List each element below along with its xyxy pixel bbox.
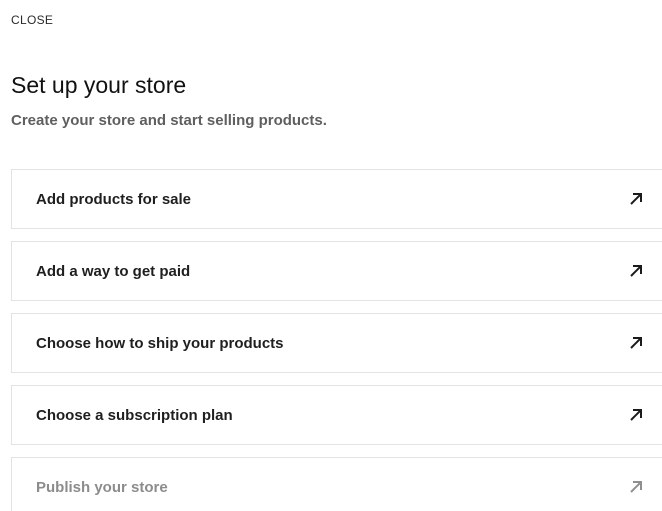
task-publish-store[interactable]: Publish your store bbox=[11, 457, 662, 511]
task-label: Add a way to get paid bbox=[36, 262, 191, 280]
task-label: Publish your store bbox=[36, 478, 168, 496]
external-arrow-icon bbox=[628, 335, 644, 351]
page-title: Set up your store bbox=[11, 72, 187, 98]
setup-task-list: Add products for sale Add a way to get p… bbox=[11, 169, 662, 511]
task-label: Add products for sale bbox=[36, 190, 192, 208]
task-shipping[interactable]: Choose how to ship your products bbox=[11, 313, 662, 373]
task-add-products[interactable]: Add products for sale bbox=[11, 169, 662, 229]
external-arrow-icon bbox=[628, 479, 644, 495]
task-get-paid[interactable]: Add a way to get paid bbox=[11, 241, 662, 301]
close-button[interactable]: CLOSE bbox=[11, 13, 53, 27]
page-subtitle: Create your store and start selling prod… bbox=[11, 112, 327, 129]
store-setup-panel: CLOSE Set up your store Create your stor… bbox=[0, 0, 662, 511]
external-arrow-icon bbox=[628, 263, 644, 279]
task-label: Choose a subscription plan bbox=[36, 406, 233, 424]
external-arrow-icon bbox=[628, 407, 644, 423]
external-arrow-icon bbox=[628, 191, 644, 207]
task-subscription-plan[interactable]: Choose a subscription plan bbox=[11, 385, 662, 445]
task-label: Choose how to ship your products bbox=[36, 334, 284, 352]
